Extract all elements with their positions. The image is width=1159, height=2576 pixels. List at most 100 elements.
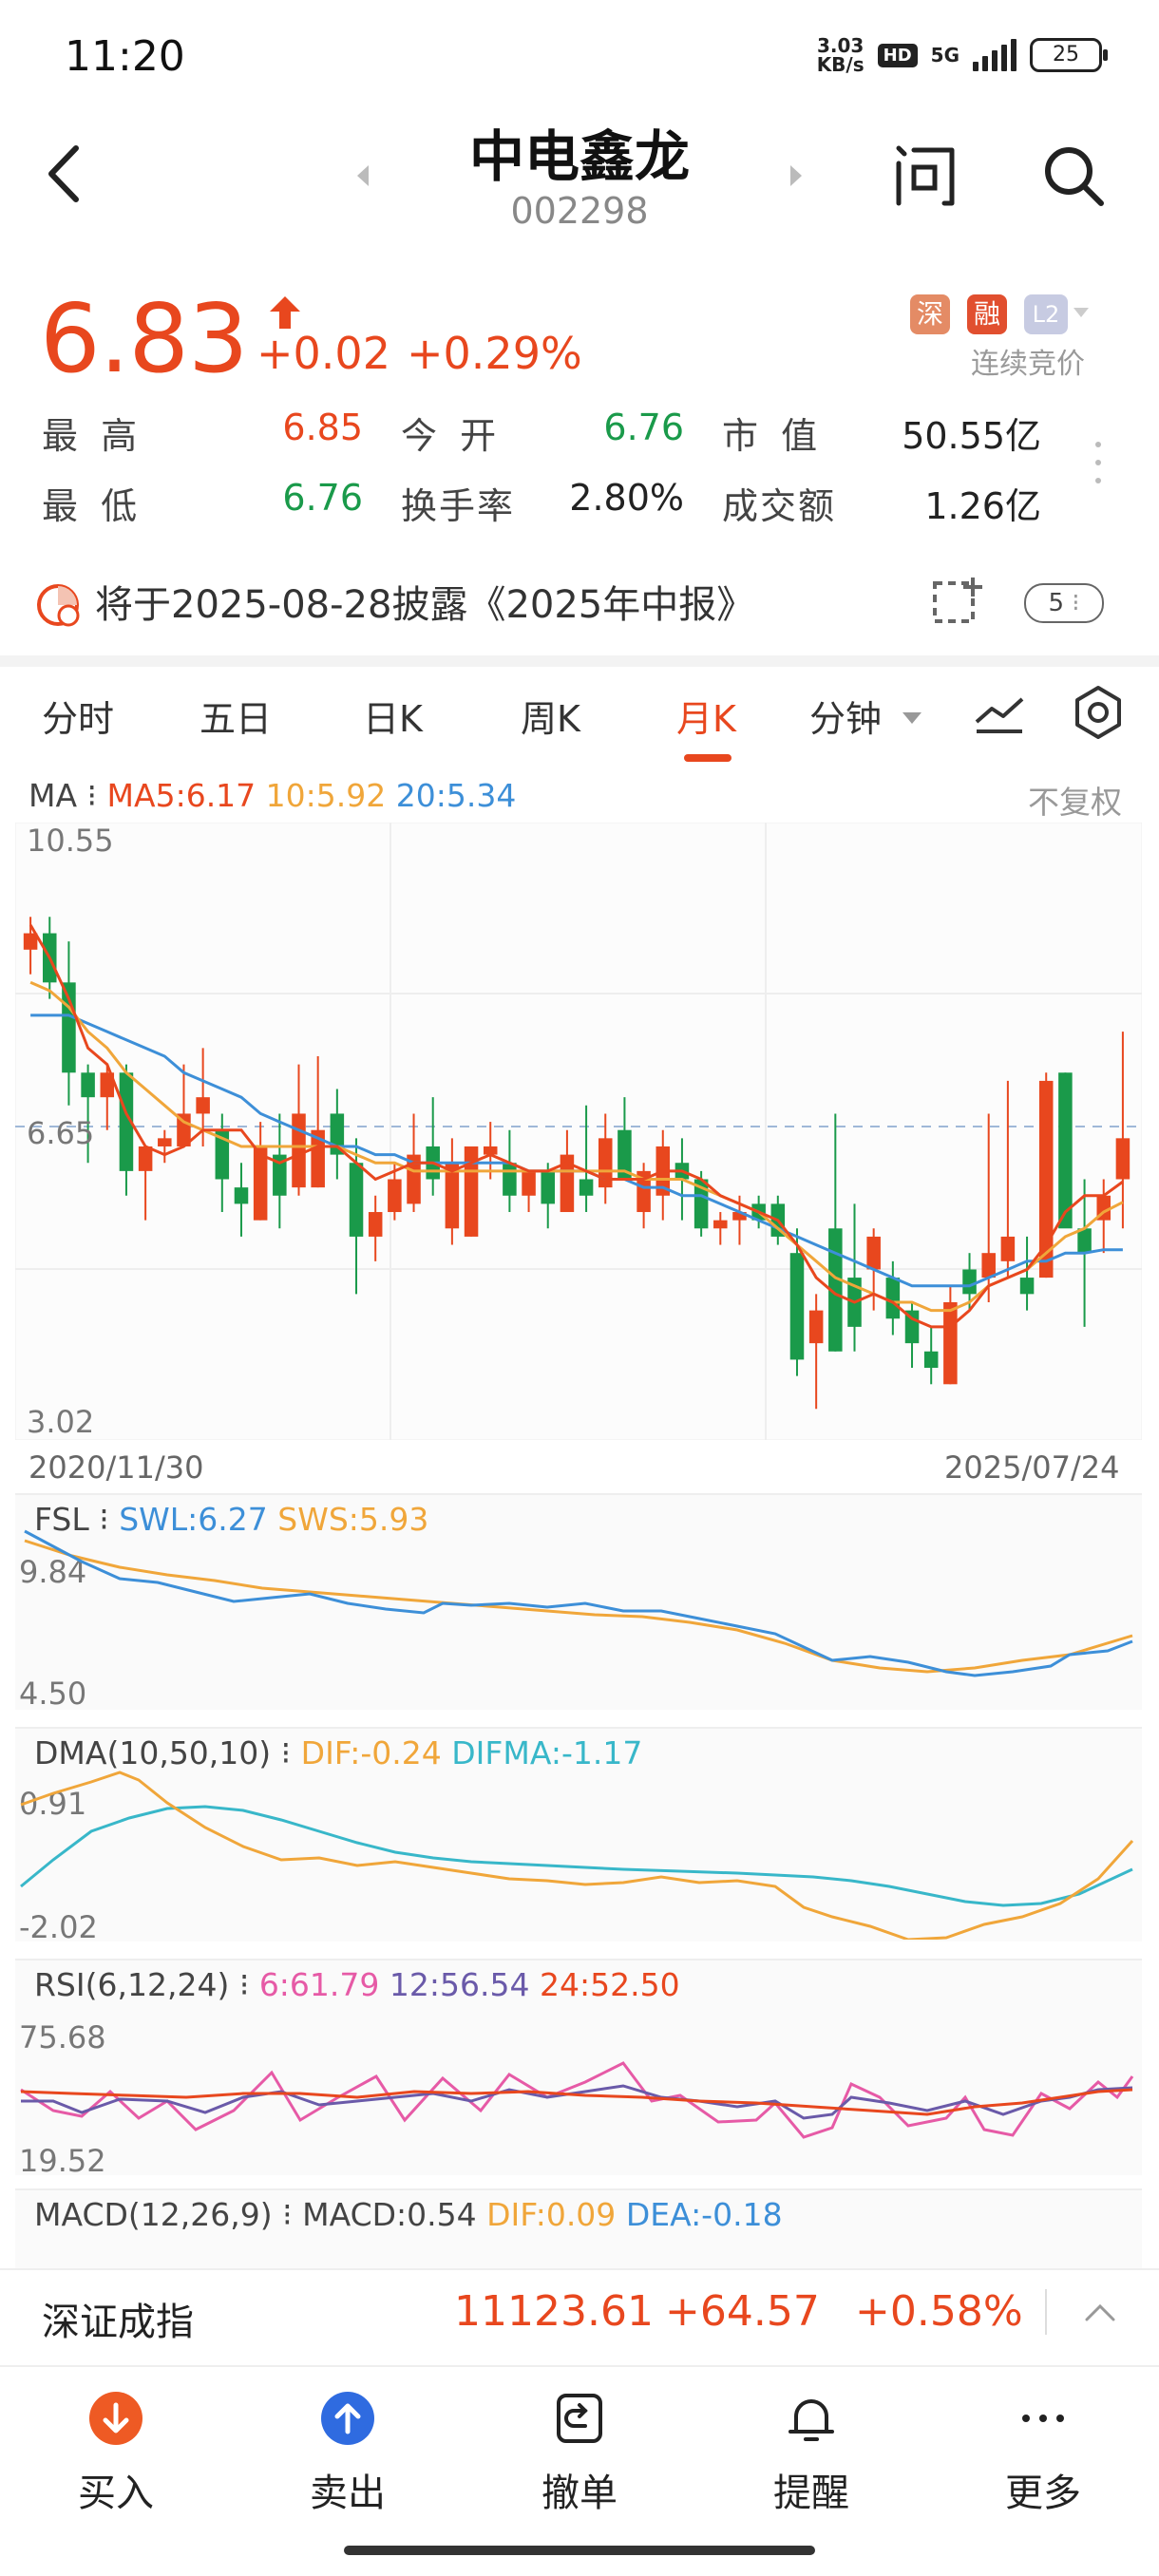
shenzhen-badge: 深 xyxy=(910,294,950,334)
buy-icon xyxy=(89,2392,142,2445)
next-stock-icon[interactable] xyxy=(787,161,806,190)
cancel-order-icon xyxy=(557,2394,602,2443)
stock-name: 中电鑫龙 xyxy=(468,124,690,189)
candle-body xyxy=(1115,1138,1130,1180)
sell-icon xyxy=(321,2392,374,2445)
amount-label: 成交额 xyxy=(722,485,837,527)
index-name: 深证成指 xyxy=(42,2301,194,2344)
sell-button[interactable]: 卖出 xyxy=(272,2367,424,2517)
dma-chart xyxy=(20,1771,1134,1940)
candle-body xyxy=(158,1138,172,1146)
low-label: 最 低 xyxy=(42,485,143,527)
report-icon xyxy=(37,584,80,627)
open-label: 今 开 xyxy=(401,415,503,457)
candle-body xyxy=(349,1163,364,1237)
macd-legend[interactable]: MACD(12,26,9) ⁝ MACD:0.54 DIF:0.09 DEA:-… xyxy=(34,2196,783,2233)
candle-body xyxy=(962,1269,977,1295)
candle-body xyxy=(808,1310,824,1344)
index-change-pct: +0.58% xyxy=(855,2287,1023,2336)
turnover-value: 2.80% xyxy=(569,477,684,519)
tab-minute[interactable]: 分钟 xyxy=(809,690,882,742)
fsl-chart xyxy=(24,1529,1133,1677)
candle-body xyxy=(866,1236,881,1270)
battery-icon: 25 xyxy=(1030,38,1108,72)
signal-icon xyxy=(973,39,1016,71)
open-value: 6.76 xyxy=(603,407,684,448)
ma-legend[interactable]: MA ⁝ MA5:6.17 10:5.92 20:5.34 xyxy=(28,777,516,814)
price-change-pct: +0.29% xyxy=(407,328,582,379)
index-value: 11123.61 xyxy=(454,2287,654,2336)
candle-body xyxy=(1077,1228,1092,1254)
home-indicator[interactable] xyxy=(344,2546,815,2555)
turnover-label: 换手率 xyxy=(401,485,516,527)
buy-label: 买入 xyxy=(78,2472,154,2515)
alert-label: 提醒 xyxy=(773,2472,849,2515)
candle-body xyxy=(138,1146,153,1171)
tab-daily-k[interactable]: 日K xyxy=(363,690,423,742)
cancel-order-button[interactable]: 撤单 xyxy=(504,2367,656,2517)
tab-intraday[interactable]: 分时 xyxy=(42,690,114,742)
high-label: 最 高 xyxy=(42,415,143,457)
draw-line-icon[interactable] xyxy=(971,686,1028,743)
index-change: +64.57 xyxy=(665,2287,820,2336)
cancel-order-label: 撤单 xyxy=(542,2472,618,2515)
y-axis-bottom: 3.02 xyxy=(27,1404,95,1440)
tab-weekly-k[interactable]: 周K xyxy=(521,690,580,742)
ask-icon[interactable] xyxy=(893,142,960,209)
low-value: 6.76 xyxy=(282,477,363,519)
chevron-down-icon[interactable] xyxy=(1074,308,1089,319)
candle-body xyxy=(789,1253,805,1360)
date-start: 2020/11/30 xyxy=(28,1449,204,1486)
more-horizontal-icon xyxy=(1022,2415,1064,2422)
tab-monthly-k[interactable]: 月K xyxy=(676,690,736,742)
candle-body xyxy=(388,1179,402,1213)
more-vertical-icon[interactable] xyxy=(1092,439,1104,486)
high-value: 6.85 xyxy=(282,407,363,448)
mcap-label: 市 值 xyxy=(722,415,824,457)
l2-badge[interactable]: L2 xyxy=(1024,294,1068,334)
bell-icon xyxy=(788,2399,834,2441)
rsi-chart xyxy=(20,2061,1134,2139)
chevron-down-icon[interactable] xyxy=(902,712,922,726)
network-speed: 3.03 KB/s xyxy=(816,34,864,76)
candle-body xyxy=(1058,1072,1073,1229)
chevron-up-icon[interactable] xyxy=(1083,2299,1117,2323)
buy-button[interactable]: 买入 xyxy=(40,2367,192,2517)
current-price: 6.83 xyxy=(40,283,249,394)
candle-body xyxy=(1019,1278,1035,1295)
divider xyxy=(1045,2289,1047,2335)
candle-body xyxy=(234,1187,249,1204)
candle-body xyxy=(885,1278,901,1319)
hd-badge: HD xyxy=(877,43,918,67)
section-divider xyxy=(0,655,1159,667)
date-end: 2025/07/24 xyxy=(944,1449,1120,1486)
sell-label: 卖出 xyxy=(310,2472,386,2515)
adjust-mode[interactable]: 不复权 xyxy=(1028,777,1122,823)
margin-badge: 融 xyxy=(967,294,1007,334)
candle-body xyxy=(943,1301,958,1385)
candlestick-chart[interactable] xyxy=(15,823,1142,1440)
settings-icon[interactable] xyxy=(1070,684,1127,741)
candle-body xyxy=(445,1163,460,1229)
candle-body xyxy=(503,1163,517,1196)
more-button[interactable]: 更多 xyxy=(967,2367,1119,2517)
status-icons: 3.03 KB/s HD 5G 25 xyxy=(816,34,1108,76)
candle-body xyxy=(1000,1236,1016,1261)
alert-button[interactable]: 提醒 xyxy=(735,2367,887,2517)
amount-value: 1.26亿 xyxy=(924,485,1041,527)
network-type: 5G xyxy=(930,44,960,66)
trading-status: 连续竞价 xyxy=(971,348,1085,381)
candle-body xyxy=(292,1113,306,1188)
add-watchlist-icon[interactable] xyxy=(931,576,986,627)
candle-body xyxy=(541,1170,556,1204)
status-time: 11:20 xyxy=(65,32,185,81)
candle-body xyxy=(368,1212,383,1237)
candle-body xyxy=(579,1179,594,1196)
search-icon[interactable] xyxy=(1040,142,1107,209)
more-label: 更多 xyxy=(1005,2472,1081,2515)
candle-body xyxy=(713,1220,728,1229)
tab-five-day[interactable]: 五日 xyxy=(200,690,272,742)
report-notice[interactable]: 将于2025-08-28披露《2025年中报》 xyxy=(95,574,754,629)
price-up-icon xyxy=(270,296,300,329)
notice-count-pill[interactable]: 5 ⁝ xyxy=(1024,583,1104,623)
